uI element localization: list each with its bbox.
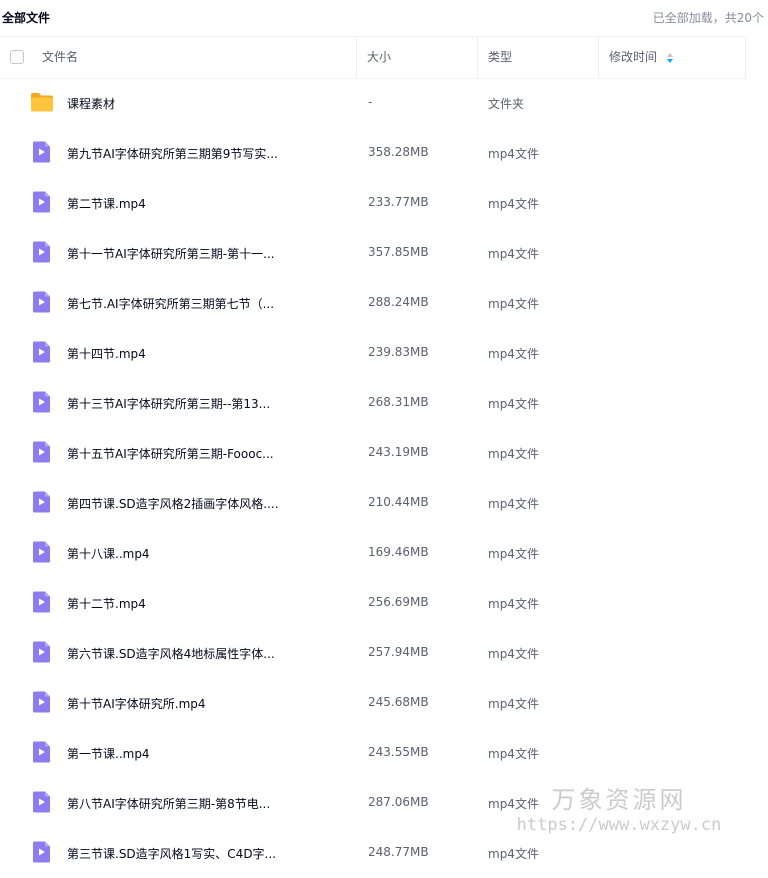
video-file-icon [30, 441, 52, 463]
file-row[interactable]: 第十五节AI字体研究所第三期-Foooc... 243.19MB mp4文件 [0, 428, 746, 478]
file-name[interactable]: 第八节AI字体研究所第三期-第8节电... [67, 795, 270, 812]
file-type: mp4文件 [488, 647, 539, 661]
file-row[interactable]: 第十四节.mp4 239.83MB mp4文件 [0, 328, 746, 378]
sort-icon[interactable] [667, 52, 674, 64]
file-type: mp4文件 [488, 847, 539, 861]
column-header-modified-time-label: 修改时间 [609, 50, 658, 64]
file-name[interactable]: 第十三节AI字体研究所第三期--第13... [67, 395, 270, 412]
file-name[interactable]: 第四节课.SD造字风格2插画字体风格.... [67, 495, 279, 512]
video-file-icon [30, 741, 52, 763]
file-type: mp4文件 [488, 697, 539, 711]
file-row[interactable]: 第六节课.SD造字风格4地标属性字体... 257.94MB mp4文件 [0, 628, 746, 678]
video-file-icon [30, 491, 52, 513]
video-file-icon [30, 191, 52, 213]
file-row[interactable]: 第一节课..mp4 243.55MB mp4文件 [0, 728, 746, 778]
file-name[interactable]: 第十五节AI字体研究所第三期-Foooc... [67, 445, 274, 462]
video-file-icon [30, 391, 52, 413]
file-row[interactable]: 第十八课..mp4 169.46MB mp4文件 [0, 528, 746, 578]
file-size: 288.24MB [368, 295, 429, 309]
file-row[interactable]: 第十二节.mp4 256.69MB mp4文件 [0, 578, 746, 628]
file-type: mp4文件 [488, 797, 539, 811]
file-size: 169.46MB [368, 545, 429, 559]
file-size: 243.19MB [368, 445, 429, 459]
file-row[interactable]: 第四节课.SD造字风格2插画字体风格.... 210.44MB mp4文件 [0, 478, 746, 528]
file-size: 357.85MB [368, 245, 429, 259]
file-type: mp4文件 [488, 447, 539, 461]
file-name[interactable]: 课程素材 [67, 95, 115, 112]
file-row[interactable]: 第二节课.mp4 233.77MB mp4文件 [0, 178, 746, 228]
file-row[interactable]: 第九节AI字体研究所第三期第9节写实... 358.28MB mp4文件 [0, 128, 746, 178]
file-type: 文件夹 [488, 97, 525, 111]
video-file-icon [30, 541, 52, 563]
file-size: 257.94MB [368, 645, 429, 659]
file-size: 268.31MB [368, 395, 429, 409]
file-size: 239.83MB [368, 345, 429, 359]
video-file-icon [30, 791, 52, 813]
file-row[interactable]: 课程素材 - 文件夹 [0, 78, 746, 128]
file-name[interactable]: 第二节课.mp4 [67, 195, 146, 212]
column-divider[interactable] [356, 37, 357, 78]
file-list: 课程素材 - 文件夹第九节AI字体研究所第三期第9节写实... 358.28MB mp4… [0, 78, 746, 878]
file-size: 245.68MB [368, 695, 429, 709]
file-size: 256.69MB [368, 595, 429, 609]
column-divider[interactable] [598, 37, 599, 78]
video-file-icon [30, 141, 52, 163]
file-type: mp4文件 [488, 547, 539, 561]
file-type: mp4文件 [488, 497, 539, 511]
file-name[interactable]: 第十八课..mp4 [67, 545, 150, 562]
file-name[interactable]: 第十节AI字体研究所.mp4 [67, 695, 206, 712]
column-divider [745, 37, 746, 78]
video-file-icon [30, 341, 52, 363]
file-name[interactable]: 第九节AI字体研究所第三期第9节写实... [67, 145, 278, 162]
column-header-size[interactable]: 大小 [367, 37, 391, 78]
file-row[interactable]: 第七节.AI字体研究所第三期第七节（... 288.24MB mp4文件 [0, 278, 746, 328]
file-type: mp4文件 [488, 247, 539, 261]
column-divider[interactable] [477, 37, 478, 78]
page-title: 全部文件 [2, 11, 51, 25]
file-size: - [368, 95, 373, 109]
file-name[interactable]: 第十一节AI字体研究所第三期-第十一... [67, 245, 275, 262]
column-header-name[interactable]: 文件名 [42, 37, 78, 78]
folder-icon [30, 91, 53, 113]
file-size: 358.28MB [368, 145, 429, 159]
file-type: mp4文件 [488, 197, 539, 211]
load-status: 已全部加载，共20个 [652, 11, 764, 25]
file-name[interactable]: 第七节.AI字体研究所第三期第七节（... [67, 295, 274, 312]
column-header-type[interactable]: 类型 [488, 37, 512, 78]
file-row[interactable]: 第十三节AI字体研究所第三期--第13... 268.31MB mp4文件 [0, 378, 746, 428]
file-type: mp4文件 [488, 347, 539, 361]
file-size: 287.06MB [368, 795, 429, 809]
file-size: 243.55MB [368, 745, 429, 759]
table-header: 文件名 大小 类型 修改时间 [0, 36, 746, 79]
file-name[interactable]: 第六节课.SD造字风格4地标属性字体... [67, 645, 275, 662]
video-file-icon [30, 291, 52, 313]
file-row[interactable]: 第十一节AI字体研究所第三期-第十一... 357.85MB mp4文件 [0, 228, 746, 278]
file-type: mp4文件 [488, 397, 539, 411]
file-name[interactable]: 第十二节.mp4 [67, 595, 146, 612]
file-row[interactable]: 第十节AI字体研究所.mp4 245.68MB mp4文件 [0, 678, 746, 728]
file-type: mp4文件 [488, 147, 539, 161]
video-file-icon [30, 641, 52, 663]
file-name[interactable]: 第十四节.mp4 [67, 345, 146, 362]
video-file-icon [30, 241, 52, 263]
column-header-modified-time[interactable]: 修改时间 [609, 37, 674, 78]
file-row[interactable]: 第八节AI字体研究所第三期-第8节电... 287.06MB mp4文件 [0, 778, 746, 828]
file-row[interactable]: 第三节课.SD造字风格1写实、C4D字... 248.77MB mp4文件 [0, 828, 746, 878]
video-file-icon [30, 841, 52, 863]
select-all-checkbox[interactable] [10, 50, 24, 64]
file-size: 248.77MB [368, 845, 429, 859]
file-type: mp4文件 [488, 597, 539, 611]
file-name[interactable]: 第三节课.SD造字风格1写实、C4D字... [67, 845, 276, 862]
file-name[interactable]: 第一节课..mp4 [67, 745, 150, 762]
file-type: mp4文件 [488, 297, 539, 311]
top-bar: 全部文件 已全部加载，共20个 [0, 0, 768, 36]
file-type: mp4文件 [488, 747, 539, 761]
video-file-icon [30, 591, 52, 613]
file-size: 210.44MB [368, 495, 429, 509]
video-file-icon [30, 691, 52, 713]
file-size: 233.77MB [368, 195, 429, 209]
